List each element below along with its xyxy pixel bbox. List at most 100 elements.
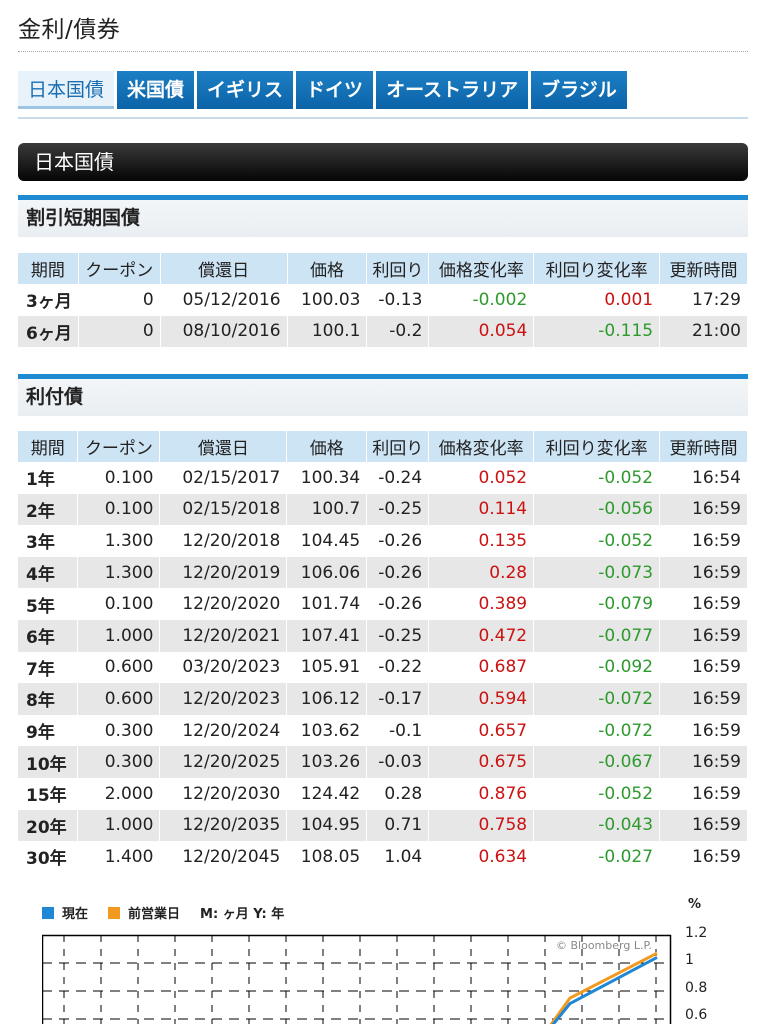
tab-3[interactable]: ドイツ [296,71,374,109]
cell-price-change: 0.389 [428,588,535,620]
cell-price-change: 0.594 [428,683,535,715]
cell-yield: 0.28 [366,777,430,810]
cell-period: 6ヶ月 [18,315,79,348]
axis-note: M: ヶ月 Y: 年 [200,907,285,922]
cell-price: 106.06 [286,556,368,589]
cell-yield-change: -0.052 [533,525,661,557]
cell-coupon: 0.300 [77,746,161,778]
cell-price: 100.7 [286,493,368,526]
column-header-maturity: 償還日 [160,253,288,284]
cell-price-change: 0.758 [428,809,535,842]
cell-coupon: 1.300 [77,525,161,557]
cell-price-change: 0.054 [428,315,535,348]
chart-frame [42,934,672,1024]
cell-maturity: 12/20/2035 [159,809,288,842]
cell-updated: 16:59 [659,556,748,589]
cell-yield-change: -0.052 [533,462,661,494]
tab-1[interactable]: 米国債 [117,71,195,109]
column-header-coupon: クーポン [78,253,161,284]
y-axis-unit: % [688,897,702,912]
cell-yield-change: -0.052 [533,777,661,810]
table-row: 10年 0.300 12/20/2025 103.26 -0.03 0.675 -0.067… [18,746,748,778]
column-header-price: 価格 [287,253,368,284]
cell-yield: -0.26 [366,556,430,589]
cell-yield: -0.25 [366,619,430,652]
table-row: 2年 0.100 02/15/2018 100.7 -0.25 0.114 -0.056 16… [18,493,748,526]
cell-updated: 21:00 [659,315,748,348]
cell-yield: -0.13 [366,284,430,316]
cell-price-change: 0.472 [428,619,535,652]
chart-legend: 現在 前営業日 M: ヶ月 Y: 年 [42,903,304,922]
tab-0[interactable]: 日本国債 [18,71,115,109]
cell-updated: 17:29 [659,284,748,316]
column-header-updated: 更新時間 [659,431,748,462]
cell-yield-change: -0.072 [533,683,661,715]
legend-previous-label: 前営業日 [128,907,181,922]
cell-period: 9年 [18,714,79,747]
coupon-bonds-subheader: 利付債 [18,374,748,416]
legend-previous-swatch [108,906,121,919]
tab-5[interactable]: ブラジル [531,71,627,109]
tabs-divider [18,117,748,119]
cell-price: 105.91 [286,651,368,684]
cell-updated: 16:59 [659,683,748,715]
legend-previous: 前営業日 [108,903,180,922]
cell-coupon: 1.000 [77,809,161,842]
cell-yield: -0.2 [366,315,430,348]
cell-period: 3ヶ月 [18,284,79,316]
cell-yield-change: -0.077 [533,619,661,652]
cell-updated: 16:59 [659,525,748,557]
cell-yield-change: -0.056 [533,493,661,526]
table-row: 3年 1.300 12/20/2018 104.45 -0.26 0.135 -0.052 1… [18,525,748,557]
cell-yield: -0.25 [366,493,430,526]
cell-maturity: 12/20/2030 [159,777,288,810]
tab-4[interactable]: オーストラリア [376,71,529,109]
cell-yield: -0.24 [366,462,430,494]
chart-grid [42,935,670,1024]
cell-price: 124.42 [286,777,368,810]
y-tick-label: 0.6 [685,1007,708,1023]
cell-updated: 16:54 [659,462,748,494]
cell-maturity: 02/15/2018 [159,493,288,526]
cell-maturity: 12/20/2025 [159,746,288,778]
tab-2[interactable]: イギリス [197,71,294,109]
cell-price: 107.41 [286,619,368,652]
cell-coupon: 0.600 [77,683,161,715]
cell-price-change: 0.876 [428,777,535,810]
cell-maturity: 05/12/2016 [160,284,288,316]
cell-yield: 1.04 [366,841,430,873]
cell-maturity: 12/20/2019 [159,556,288,589]
table-row: 15年 2.000 12/20/2030 124.42 0.28 0.876 -0.052 1… [18,777,748,810]
chart-series [549,951,658,1024]
cell-yield-change: -0.115 [533,315,661,348]
cell-yield-change: -0.072 [533,714,661,747]
table-row: 4年 1.300 12/20/2019 106.06 -0.26 0.28 -0.073 16… [18,556,748,589]
column-header-yield-change: 利回り変化率 [533,253,661,284]
cell-yield-change: -0.027 [533,841,661,873]
column-header-yield: 利回り [366,431,430,462]
table-row: 3ヶ月 0 05/12/2016 100.03 -0.13 -0.002 0.001 17:2… [18,284,748,316]
cell-yield-change: -0.067 [533,746,661,778]
column-header-yield-change: 利回り変化率 [533,431,661,462]
cell-yield: -0.17 [366,683,430,715]
y-tick-label: 1 [685,952,694,968]
cell-coupon: 1.400 [77,841,161,873]
cell-price-change: 0.114 [428,493,535,526]
cell-yield-change: 0.001 [533,284,661,316]
cell-updated: 16:59 [659,714,748,747]
cell-period: 30年 [18,841,79,873]
cell-period: 10年 [18,746,79,778]
table-row: 6年 1.000 12/20/2021 107.41 -0.25 0.472 -0.077 1… [18,619,748,652]
table-header-row: 期間 クーポン 償還日 価格 利回り 価格変化率 利回り変化率 更新時間 [18,253,748,284]
cell-price: 101.74 [286,588,368,620]
legend-current: 現在 [42,903,88,922]
column-header-updated: 更新時間 [659,253,748,284]
cell-period: 7年 [18,651,79,684]
cell-price: 104.95 [286,809,368,842]
coupon-bonds-table: 期間 クーポン 償還日 価格 利回り 価格変化率 利回り変化率 更新時間 1年 0.100 02/1… [18,431,748,873]
legend-current-swatch [42,906,54,919]
cell-updated: 16:59 [659,493,748,526]
legend-current-label: 現在 [62,907,89,922]
table-header-row: 期間 クーポン 償還日 価格 利回り 価格変化率 利回り変化率 更新時間 [18,431,748,462]
column-header-price-change: 価格変化率 [428,431,535,462]
